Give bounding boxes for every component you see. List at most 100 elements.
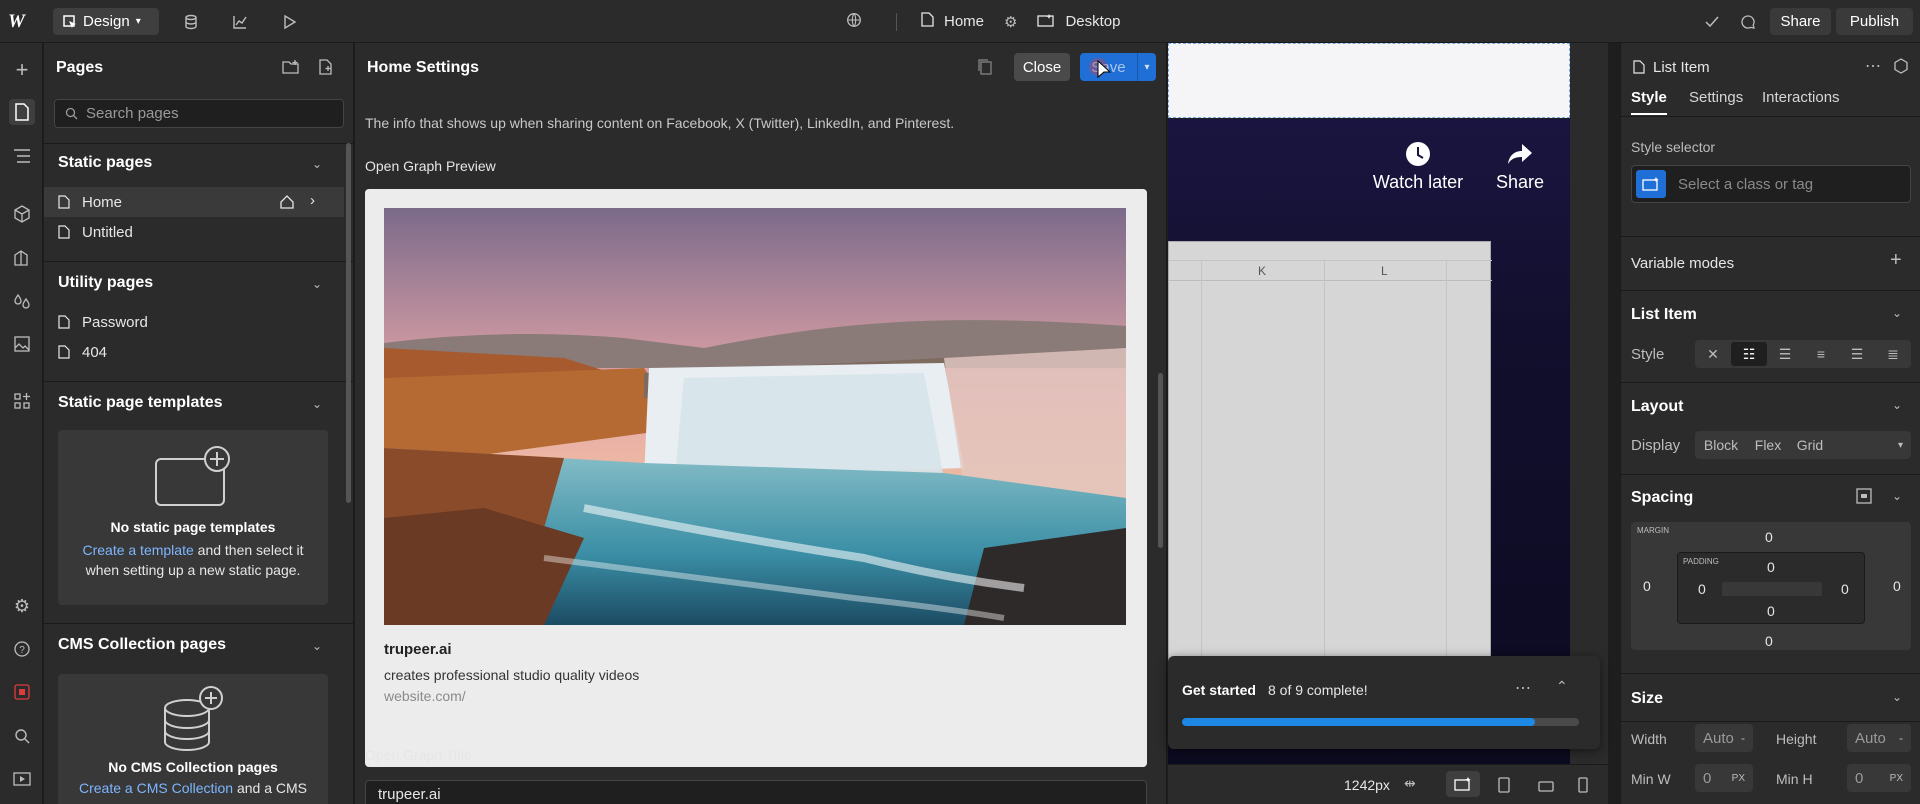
globe-icon[interactable] [846,12,862,32]
spreadsheet-preview: K L [1168,241,1492,672]
component-icon[interactable] [1893,58,1909,77]
chevron-down-icon[interactable]: ⌄ [312,157,322,171]
tab-interactions[interactable]: Interactions [1762,89,1840,106]
breakpoint-label[interactable]: Desktop [1065,13,1120,30]
chevron-down-icon[interactable]: ⌄ [1892,306,1902,320]
current-page-selector[interactable]: Home [944,13,984,30]
page-item-404[interactable]: 404 [44,337,344,367]
display-segment[interactable]: Block Flex Grid ▾ [1695,431,1911,459]
padding-top-value[interactable]: 0 [1767,559,1775,575]
share-video-button[interactable]: Share [1485,141,1555,193]
add-elements-icon[interactable]: + [9,57,35,83]
og-title-input[interactable]: trupeer.ai [365,780,1147,804]
analytics-icon[interactable] [229,11,251,33]
height-input[interactable]: Auto - [1847,724,1911,752]
mobile-portrait-icon[interactable] [1578,777,1588,796]
min-height-input[interactable]: 0 PX [1847,764,1911,792]
page-item-home[interactable]: Home › [44,187,344,217]
min-width-unit[interactable]: PX [1732,773,1745,784]
tablet-icon[interactable] [1498,777,1510,796]
create-cms-collection-link[interactable]: Create a CMS Collection [79,780,233,796]
duplicate-icon[interactable] [978,59,992,78]
mode-switcher[interactable]: Design ▾ [53,8,159,35]
assets-icon[interactable] [9,331,35,357]
numbered-list-alt-icon[interactable]: ≣ [1875,346,1911,363]
new-folder-icon[interactable] [282,59,300,78]
add-variable-mode-icon[interactable]: + [1890,249,1902,272]
spacing-mode-icon[interactable] [1855,487,1873,508]
webflow-logo-icon[interactable]: W [8,11,36,32]
numbered-list-icon[interactable]: ≡ [1803,346,1839,362]
search-icon[interactable] [9,723,35,749]
margin-box[interactable]: MARGIN 0 0 0 0 PADDING 0 0 0 0 [1631,522,1911,650]
share-button[interactable]: Share [1770,8,1831,35]
more-options-icon[interactable]: ⋯ [1515,678,1531,698]
display-grid-option[interactable]: Grid [1789,437,1831,453]
tab-settings[interactable]: Settings [1689,89,1743,106]
bullet-list-outline-icon[interactable]: ☰ [1767,346,1803,363]
chevron-down-icon[interactable]: ⌄ [1892,690,1902,704]
checkmark-icon[interactable] [1701,11,1723,33]
list-style-segment[interactable]: ✕ ☷ ☰ ≡ ☰ ≣ [1695,340,1911,368]
chevron-down-icon[interactable]: ⌄ [1892,398,1902,412]
style-selector-input[interactable]: Select a class or tag [1631,165,1911,203]
page-settings-gear-icon[interactable]: ⚙ [1004,13,1017,31]
new-page-icon[interactable] [319,59,333,78]
watch-later-button[interactable]: Watch later [1368,141,1468,193]
canvas-header-block[interactable] [1168,43,1570,118]
height-unit[interactable]: - [1899,731,1903,745]
create-template-link[interactable]: Create a template [82,542,193,558]
margin-bottom-value[interactable]: 0 [1765,633,1773,649]
help-icon[interactable]: ? [9,636,35,662]
padding-bottom-value[interactable]: 0 [1767,603,1775,619]
checklist-icon[interactable]: ☰ [1839,346,1875,363]
margin-right-value[interactable]: 0 [1893,578,1901,594]
chevron-up-icon[interactable]: ⌃ [1556,678,1568,695]
settings-gear-icon[interactable]: ⚙ [9,593,35,619]
publish-button[interactable]: Publish [1836,8,1913,35]
settings-scrollbar[interactable] [1158,373,1163,548]
chevron-down-icon[interactable]: ⌄ [1892,489,1902,503]
close-button[interactable]: Close [1014,53,1070,81]
tab-style[interactable]: Style [1631,89,1667,106]
chevron-right-icon[interactable]: › [310,192,315,209]
display-block-option[interactable]: Block [1695,437,1747,453]
variables-drops-icon[interactable] [9,288,35,314]
margin-left-value[interactable]: 0 [1643,578,1651,594]
record-icon[interactable] [9,679,35,705]
chevron-down-icon[interactable]: ⌄ [312,397,322,411]
min-width-input[interactable]: 0 PX [1695,764,1753,792]
pages-scrollbar[interactable] [346,143,351,503]
apps-icon[interactable] [9,388,35,414]
padding-box[interactable]: PADDING 0 0 0 0 [1677,552,1865,624]
search-input[interactable]: Search pages [86,105,179,122]
padding-right-value[interactable]: 0 [1841,581,1849,597]
video-tutorials-icon[interactable] [9,766,35,792]
preview-play-icon[interactable] [278,11,300,33]
search-pages-field[interactable]: Search pages [54,99,344,128]
components-icon[interactable] [9,201,35,227]
breakpoint-desktop-button[interactable] [1446,771,1480,797]
chevron-down-icon[interactable]: ⌄ [312,639,322,653]
page-item-password[interactable]: Password [44,307,344,337]
styles-icon[interactable] [9,245,35,271]
none-icon[interactable]: ✕ [1695,346,1731,363]
page-item-untitled[interactable]: Untitled [44,217,344,247]
navigator-icon[interactable] [9,143,35,169]
cms-icon[interactable] [180,11,202,33]
bullet-list-icon[interactable]: ☷ [1731,342,1767,366]
min-height-unit[interactable]: PX [1890,773,1903,784]
chevron-down-icon[interactable]: ▾ [1831,440,1911,451]
chevron-down-icon[interactable]: ▾ [1137,53,1156,81]
mobile-landscape-icon[interactable] [1538,779,1554,795]
comments-icon[interactable] [1737,11,1759,33]
more-options-icon[interactable]: ⋯ [1865,56,1881,76]
width-input[interactable]: Auto - [1695,724,1753,752]
margin-top-value[interactable]: 0 [1765,529,1773,545]
padding-left-value[interactable]: 0 [1698,581,1706,597]
pages-icon[interactable] [9,99,35,125]
resize-icon[interactable]: ⇹ [1404,775,1416,792]
chevron-down-icon[interactable]: ⌄ [312,277,322,291]
display-flex-option[interactable]: Flex [1747,437,1789,453]
width-unit[interactable]: - [1741,731,1745,745]
